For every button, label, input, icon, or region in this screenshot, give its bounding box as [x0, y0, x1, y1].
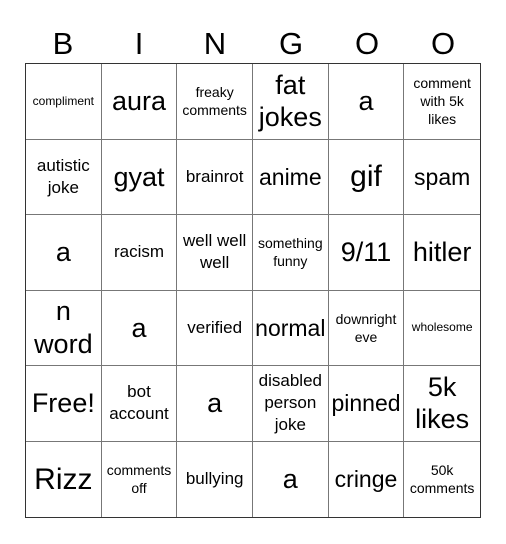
bingo-cell[interactable]: wholesome — [404, 291, 480, 366]
bingo-cell[interactable]: normal — [252, 290, 329, 366]
bingo-cell[interactable]: verified — [177, 290, 253, 366]
bingo-cell[interactable]: hitler — [404, 215, 480, 291]
bingo-cell[interactable]: well well well — [177, 215, 253, 291]
bingo-cell[interactable]: racism — [101, 215, 178, 291]
bingo-cell[interactable]: brainrot — [177, 139, 253, 215]
bingo-cell[interactable]: downright eve — [328, 290, 405, 366]
bingo-cell[interactable]: spam — [404, 140, 480, 215]
header-letter: I — [134, 26, 144, 61]
bingo-cell[interactable]: 50k comments — [404, 442, 480, 518]
header-letter: N — [203, 26, 227, 61]
bingo-cell[interactable]: compliment — [26, 64, 102, 140]
bingo-cell[interactable]: a — [328, 64, 405, 140]
bingo-cell[interactable]: bullying — [177, 441, 253, 517]
bingo-cell[interactable]: gif — [328, 139, 405, 215]
bingo-cell[interactable]: fat jokes — [252, 64, 329, 140]
bingo-cell[interactable]: autistic joke — [26, 139, 102, 215]
bingo-cell[interactable]: a — [26, 215, 102, 291]
bingo-cell[interactable]: freaky comments — [177, 64, 253, 140]
free-space-cell[interactable]: Free! — [26, 366, 102, 442]
bingo-cell[interactable]: 9/11 — [328, 215, 405, 291]
bingo-cell[interactable]: a — [253, 441, 329, 517]
header-letter: G — [278, 26, 304, 61]
bingo-cell[interactable]: cringe — [329, 441, 405, 517]
bingo-cell[interactable]: n word — [26, 290, 102, 366]
header-letter: O — [430, 26, 456, 61]
bingo-cell[interactable]: aura — [101, 64, 178, 140]
bingo-cell[interactable]: comment with 5k likes — [404, 64, 480, 140]
bingo-board: compliment aura freaky comments fat joke… — [25, 63, 481, 518]
bingo-cell[interactable]: Rizz — [26, 441, 102, 517]
bingo-header: B I N G O O — [25, 24, 481, 64]
bingo-cell[interactable]: a — [101, 290, 178, 366]
header-letter: O — [354, 26, 380, 61]
bingo-cell[interactable]: pinned — [328, 366, 405, 442]
bingo-cell[interactable]: gyat — [101, 139, 178, 215]
bingo-cell[interactable]: anime — [252, 139, 329, 215]
bingo-cell[interactable]: comments off — [102, 441, 178, 517]
bingo-cell[interactable]: a — [177, 366, 253, 442]
bingo-cell[interactable]: disabled person joke — [252, 366, 329, 442]
bingo-cell[interactable]: 5k likes — [404, 366, 480, 442]
header-letter: B — [52, 26, 74, 61]
bingo-cell[interactable]: bot account — [101, 366, 178, 442]
bingo-cell[interactable]: something funny — [252, 215, 329, 291]
